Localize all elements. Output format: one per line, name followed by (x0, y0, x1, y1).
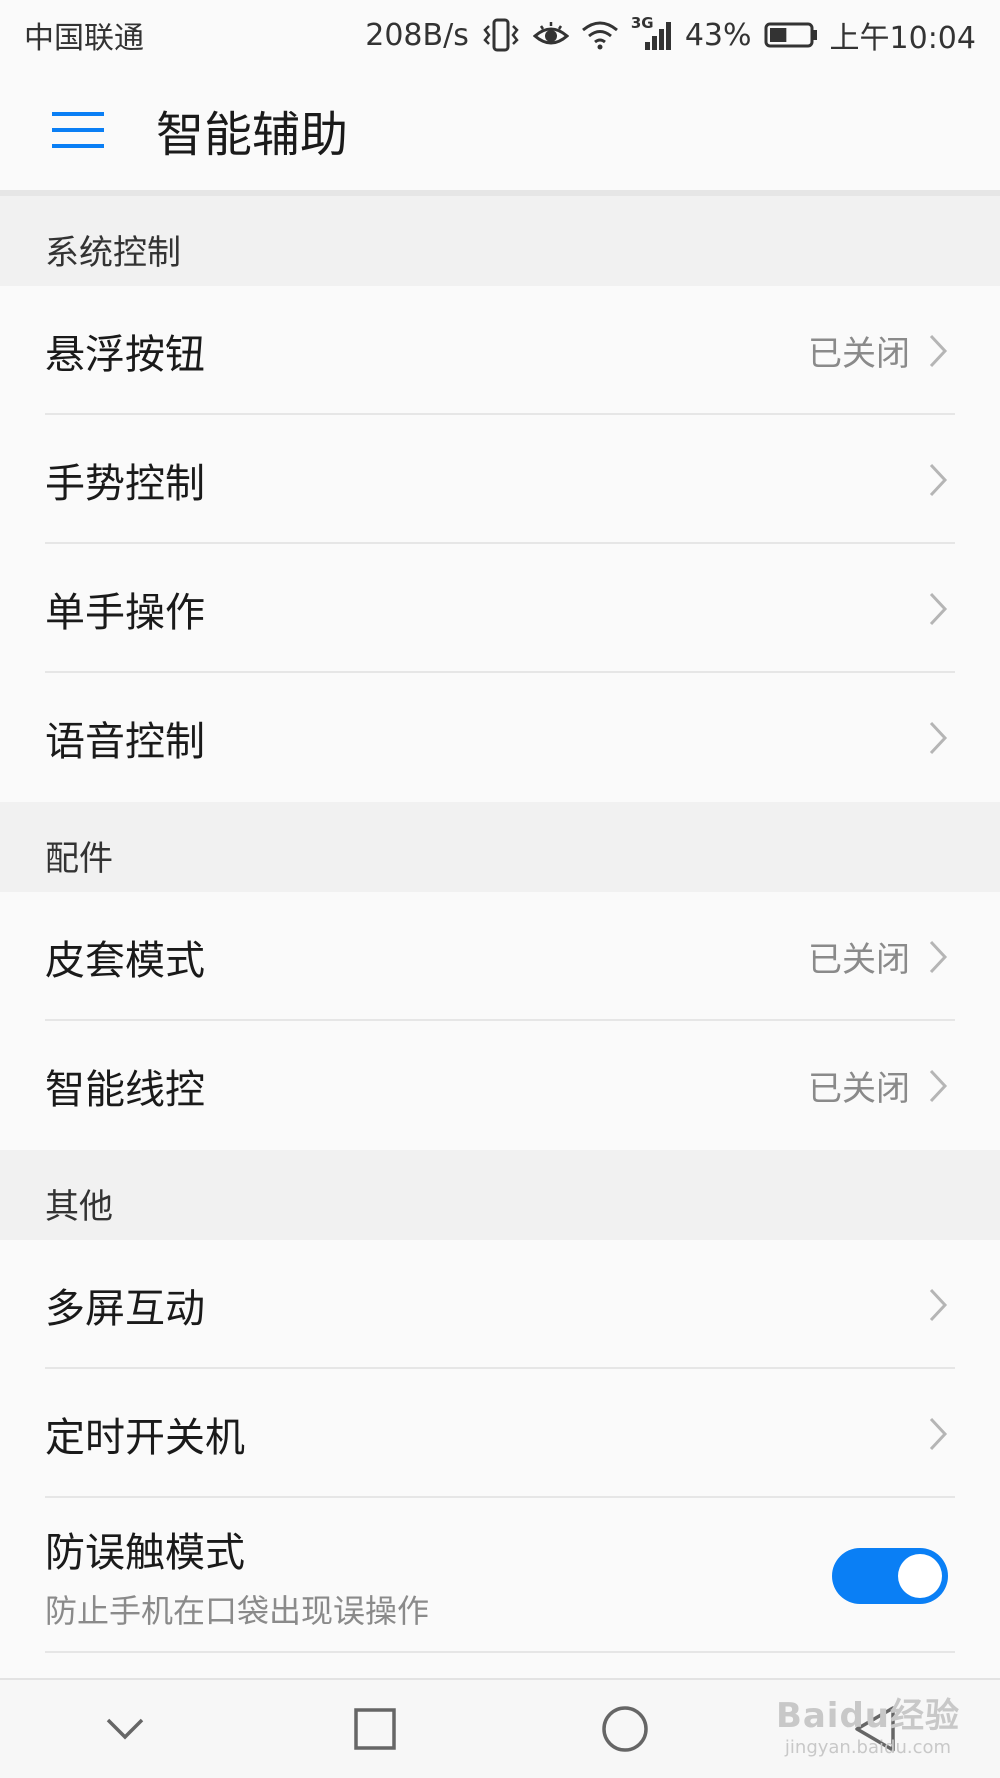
list-item-multi-screen[interactable]: 多屏互动 (0, 1240, 1000, 1369)
wifi-icon (581, 20, 619, 50)
list-item-cover-mode[interactable]: 皮套模式 已关闭 (0, 892, 1000, 1021)
menu-button[interactable] (0, 67, 156, 193)
accidental-touch-toggle[interactable] (832, 1547, 948, 1604)
item-label: 悬浮按钮 (45, 331, 205, 378)
chevron-down-icon (106, 1718, 144, 1740)
screen: 中国联通 208B/s 3G 43% 上午10:04 智能辅助 系统控制 悬浮按… (0, 0, 1000, 1778)
home-button[interactable] (565, 1679, 685, 1778)
list-item-accidental-touch[interactable]: 防误触模式 防止手机在口袋出现误操作 (0, 1498, 1000, 1653)
item-status: 已关闭 (808, 334, 910, 374)
list-item-smart-wire-control[interactable]: 智能线控 已关闭 (0, 1021, 1000, 1150)
recents-button[interactable] (315, 1679, 435, 1778)
chevron-right-icon (929, 721, 948, 754)
network-type-label: 3G (630, 14, 654, 32)
item-label: 多屏互动 (45, 1285, 205, 1332)
vibrate-icon (481, 18, 521, 52)
list-item-one-hand-mode[interactable]: 单手操作 (0, 544, 1000, 673)
status-bar: 中国联通 208B/s 3G 43% 上午10:04 (0, 0, 1000, 70)
item-status: 已关闭 (808, 1069, 910, 1109)
item-label: 单手操作 (45, 589, 205, 636)
item-label: 皮套模式 (45, 937, 205, 984)
battery-icon (764, 21, 818, 49)
item-label: 手势控制 (45, 460, 205, 507)
list-item-scheduled-power[interactable]: 定时开关机 (0, 1369, 1000, 1498)
item-label: 智能线控 (45, 1066, 205, 1113)
signal-icon: 3G (631, 14, 673, 50)
item-status: 已关闭 (808, 940, 910, 980)
battery-percent: 43% (684, 17, 752, 53)
toggle-knob (898, 1553, 942, 1598)
carrier-name: 中国联通 (24, 21, 144, 56)
list-item-floating-button[interactable]: 悬浮按钮 已关闭 (0, 286, 1000, 415)
page-title: 智能辅助 (156, 107, 349, 163)
app-bar: 智能辅助 (0, 70, 1000, 196)
network-speed: 208B/s (365, 17, 469, 53)
chevron-right-icon (929, 1417, 948, 1450)
square-recents-icon (354, 1708, 396, 1750)
list-item-gesture-control[interactable]: 手势控制 (0, 415, 1000, 544)
settings-list: 系统控制 悬浮按钮 已关闭 手势控制 单手操作 语音控制 配件 皮套模式 已关闭… (0, 196, 1000, 1653)
section-header-accessories: 配件 (0, 802, 1000, 892)
item-label: 语音控制 (45, 718, 205, 765)
list-item-voice-control[interactable]: 语音控制 (0, 673, 1000, 802)
section-header-others: 其他 (0, 1150, 1000, 1240)
baidu-watermark: Baidu经验 jingyan.baidu.com (776, 1688, 960, 1758)
circle-home-icon (602, 1706, 648, 1752)
chevron-right-icon (929, 463, 948, 496)
chevron-right-icon (929, 940, 948, 973)
chevron-right-icon (929, 1069, 948, 1102)
watermark-url: jingyan.baidu.com (784, 1737, 952, 1758)
hamburger-menu-icon (52, 112, 104, 148)
section-header-system-control: 系统控制 (0, 196, 1000, 286)
item-subtitle: 防止手机在口袋出现误操作 (45, 1591, 430, 1630)
hide-nav-button[interactable] (65, 1679, 185, 1778)
eye-comfort-icon (532, 20, 569, 50)
chevron-right-icon (929, 334, 948, 367)
chevron-right-icon (929, 1288, 948, 1321)
clock-time: 上午10:04 (829, 21, 976, 56)
item-label: 防误触模式 (45, 1529, 245, 1576)
watermark-logo: Baidu经验 (775, 1696, 960, 1736)
chevron-right-icon (929, 592, 948, 625)
item-label: 定时开关机 (45, 1414, 245, 1461)
